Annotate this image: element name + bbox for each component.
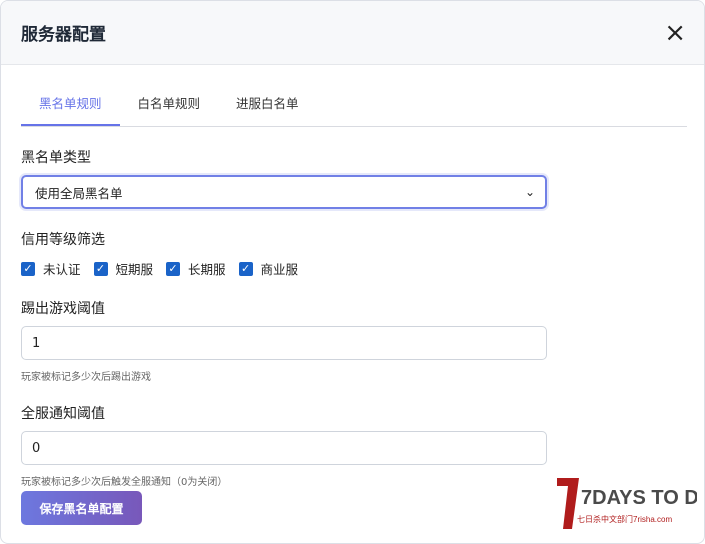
- option-short-term[interactable]: ✓ 短期服: [93, 259, 154, 278]
- checkbox-checked-icon[interactable]: ✓: [21, 261, 35, 276]
- kick-threshold-input[interactable]: 1: [21, 326, 547, 360]
- option-long-term[interactable]: ✓ 长期服: [166, 259, 226, 278]
- option-label: 未认证: [43, 262, 81, 277]
- save-blacklist-button[interactable]: 保存黑名单配置: [21, 491, 142, 525]
- watermark-subtitle: 七日杀中文部门7risha.com: [577, 514, 672, 524]
- tab-blacklist-rules[interactable]: 黑名单规则: [21, 91, 120, 126]
- credit-filter-label: 信用等级筛选: [21, 232, 105, 248]
- option-label: 长期服: [188, 262, 226, 277]
- checkbox-checked-icon[interactable]: ✓: [166, 261, 181, 276]
- blacklist-type-label: 黑名单类型: [21, 150, 91, 166]
- tab-join-whitelist[interactable]: 进服白名单: [218, 91, 317, 126]
- notify-threshold-input[interactable]: 0: [21, 431, 547, 465]
- checkbox-checked-icon[interactable]: ✓: [238, 261, 253, 276]
- blacklist-type-value: 使用全局黑名单: [35, 185, 123, 201]
- option-unverified[interactable]: ✓ 未认证: [21, 259, 81, 278]
- tab-whitelist-rules[interactable]: 白名单规则: [120, 91, 219, 126]
- option-label: 短期服: [115, 262, 154, 277]
- kick-threshold-label: 踢出游戏阈值: [21, 301, 105, 317]
- kick-threshold-hint: 玩家被标记多少次后踢出游戏: [21, 372, 151, 383]
- blacklist-type-select[interactable]: 使用全局黑名单 ⌄: [21, 175, 547, 209]
- notify-threshold-label: 全服通知阈值: [21, 406, 105, 422]
- tab-bar: 黑名单规则 白名单规则 进服白名单: [21, 91, 687, 127]
- option-label: 商业服: [260, 262, 299, 277]
- dialog-title: 服务器配置: [21, 25, 106, 45]
- server-config-dialog: 服务器配置 × 黑名单规则 白名单规则 进服白名单 黑名单类型 使用全局黑名单 …: [0, 0, 705, 544]
- watermark-logo: 7DAYS TO DIE 七日杀中文部门7risha.com: [557, 478, 697, 529]
- option-commercial[interactable]: ✓ 商业服: [238, 259, 299, 278]
- chevron-down-icon: ⌄: [524, 185, 535, 199]
- checkbox-checked-icon[interactable]: ✓: [93, 261, 108, 276]
- close-icon[interactable]: ×: [664, 20, 686, 46]
- watermark-title: 7DAYS TO DIE: [581, 487, 697, 509]
- credit-filter-options: ✓ 未认证 ✓ 短期服 ✓ 长期服 ✓ 商业服: [21, 259, 704, 278]
- dialog-header: 服务器配置 ×: [1, 1, 704, 65]
